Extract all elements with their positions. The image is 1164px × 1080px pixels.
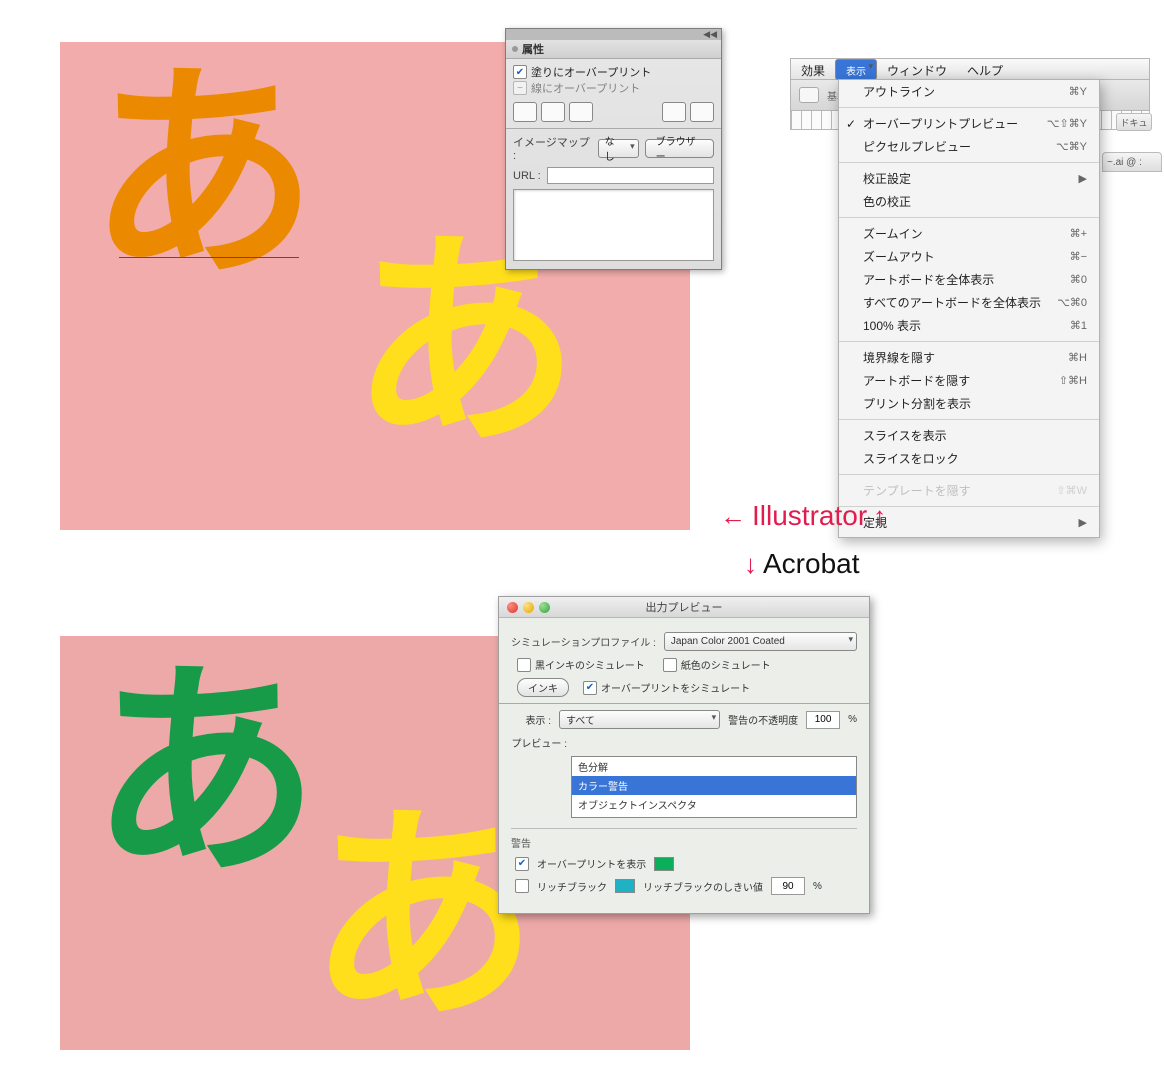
url-list[interactable] [513, 189, 714, 261]
rich-black-thresh-input[interactable] [771, 877, 805, 895]
ink-button[interactable]: インキ [517, 678, 569, 697]
zoom-icon[interactable] [539, 602, 550, 613]
image-map-select[interactable]: なし [598, 139, 639, 158]
document-tab[interactable]: ~.ai @ : [1102, 152, 1162, 172]
url-label: URL : [513, 170, 541, 182]
icon-btn-4[interactable] [662, 102, 686, 122]
show-select[interactable]: すべて [559, 710, 720, 729]
menu-hide-edges[interactable]: 境界線を隠す⌘H [839, 346, 1099, 369]
icon-bar [513, 102, 714, 122]
panel-drag-bar[interactable]: ◀◀ [506, 29, 721, 40]
panel-tab[interactable]: 属性 [506, 40, 721, 59]
menu-show-slices[interactable]: スライスを表示 [839, 424, 1099, 447]
menu-effects[interactable]: 効果 [791, 59, 835, 79]
stroke-overprint-label: 線にオーバープリント [531, 80, 640, 96]
arrow-up-icon: ↑ [873, 501, 886, 532]
glyph-orange: あ [88, 60, 318, 290]
fill-overprint-label: 塗りにオーバープリント [531, 64, 651, 80]
panel-body: ✔ 塗りにオーバープリント − 線にオーバープリント イメージマップ : なし … [506, 59, 721, 269]
close-icon[interactable] [507, 602, 518, 613]
menu-hide-artboards[interactable]: アートボードを隠す⇧⌘H [839, 369, 1099, 392]
preview-opt-object-inspector[interactable]: オブジェクトインスペクタ [572, 795, 856, 814]
menu-bar[interactable]: 効果 表示 ウィンドウ ヘルプ [790, 58, 1150, 80]
arrow-down-icon: ↓ [744, 549, 757, 580]
dialog-titlebar[interactable]: 出力プレビュー [499, 597, 869, 618]
sim-overprint-label: オーバープリントをシミュレート [601, 680, 750, 695]
label-acrobat: Acrobat [763, 548, 860, 580]
menu-fit-all[interactable]: すべてのアートボードを全体表示⌥⌘0 [839, 291, 1099, 314]
rich-black-thresh-label: リッチブラックのしきい値 [643, 879, 763, 894]
stroke-overprint-checkbox[interactable]: − [513, 81, 527, 95]
traffic-lights [507, 602, 550, 613]
browser-button[interactable]: ブラウザー [645, 139, 714, 158]
annotation-illustrator: ← Illustrator ↑ [720, 500, 886, 532]
menu-proof-colors[interactable]: 色の校正 [839, 190, 1099, 213]
annotation-acrobat: ↓ Acrobat [744, 548, 860, 580]
icon-btn-1[interactable] [513, 102, 537, 122]
menu-print-tiling[interactable]: プリント分割を表示 [839, 392, 1099, 415]
url-input[interactable] [547, 167, 714, 184]
show-overprint-checkbox[interactable]: ✔ [515, 857, 529, 871]
red-underline [119, 257, 299, 258]
sim-paper-checkbox[interactable] [663, 658, 677, 672]
menu-pixel-preview[interactable]: ピクセルプレビュー⌥⌘Y [839, 135, 1099, 158]
preview-opt-color-warnings[interactable]: カラー警告 [572, 776, 856, 795]
side-panel-btn[interactable]: ドキュ [1116, 113, 1152, 131]
sim-paper-label: 紙色のシミュレート [681, 657, 771, 672]
menu-proof-setup[interactable]: 校正設定▶ [839, 167, 1099, 190]
warn-opacity-input[interactable] [806, 711, 840, 729]
menu-actual-size[interactable]: 100% 表示⌘1 [839, 314, 1099, 337]
warnings-heading: 警告 [511, 835, 857, 850]
preview-listbox[interactable]: 色分解 カラー警告 オブジェクトインスペクタ [571, 756, 857, 818]
icon-btn-5[interactable] [690, 102, 714, 122]
view-menu-dropdown[interactable]: アウトライン⌘Y ✓ オーバープリントプレビュー⌥⇧⌘Y ピクセルプレビュー⌥⌘… [838, 79, 1100, 538]
sim-overprint-checkbox[interactable]: ✔ [583, 681, 597, 695]
panel-title: 属性 [522, 41, 544, 57]
menu-fit-artboard[interactable]: アートボードを全体表示⌘0 [839, 268, 1099, 291]
menu-view[interactable]: 表示 [835, 59, 877, 80]
menu-hide-template: テンプレートを隠す⇧⌘W [839, 479, 1099, 502]
icon-btn-2[interactable] [541, 102, 565, 122]
show-overprint-label: オーバープリントを表示 [537, 856, 646, 871]
panel-collapse-icon[interactable]: ◀◀ [703, 29, 717, 40]
rich-black-label: リッチブラック [537, 879, 607, 894]
check-icon: ✓ [846, 117, 856, 131]
image-map-label: イメージマップ : [513, 134, 592, 162]
menu-outline[interactable]: アウトライン⌘Y [839, 80, 1099, 103]
rich-black-checkbox[interactable] [515, 879, 529, 893]
menu-zoom-out[interactable]: ズームアウト⌘− [839, 245, 1099, 268]
attributes-panel[interactable]: ◀◀ 属性 ✔ 塗りにオーバープリント − 線にオーバープリント イメージマップ… [505, 28, 722, 270]
label-illustrator: Illustrator [752, 500, 867, 532]
preview-label: プレビュー : [511, 735, 567, 750]
menu-window[interactable]: ウィンドウ [877, 59, 957, 79]
icon-btn-3[interactable] [569, 102, 593, 122]
arrow-left-icon: ← [720, 501, 746, 532]
sim-black-ink-label: 黒インキのシミュレート [535, 657, 645, 672]
dialog-body: シミュレーションプロファイル : Japan Color 2001 Coated… [499, 618, 869, 913]
sim-black-ink-checkbox[interactable] [517, 658, 531, 672]
percent-label-2: % [813, 881, 822, 892]
fill-overprint-checkbox[interactable]: ✔ [513, 65, 527, 79]
minimize-icon[interactable] [523, 602, 534, 613]
menu-overprint-preview[interactable]: ✓ オーバープリントプレビュー⌥⇧⌘Y [839, 112, 1099, 135]
show-label: 表示 : [511, 712, 551, 727]
toolbar-seg-1[interactable] [799, 87, 819, 103]
menu-zoom-in[interactable]: ズームイン⌘+ [839, 222, 1099, 245]
dialog-title: 出力プレビュー [499, 599, 869, 615]
percent-label: % [848, 714, 857, 725]
menu-lock-slices[interactable]: スライスをロック [839, 447, 1099, 470]
sim-profile-select[interactable]: Japan Color 2001 Coated [664, 632, 857, 651]
acrobat-output-preview-dialog[interactable]: 出力プレビュー シミュレーションプロファイル : Japan Color 200… [498, 596, 870, 914]
menu-help[interactable]: ヘルプ [957, 59, 1013, 79]
panel-tab-dot-icon [512, 46, 518, 52]
glyph-green: あ [90, 658, 320, 888]
warn-opacity-label: 警告の不透明度 [728, 712, 798, 727]
overprint-swatch [654, 857, 674, 871]
sim-profile-label: シミュレーションプロファイル : [511, 634, 656, 649]
preview-opt-separations[interactable]: 色分解 [572, 757, 856, 776]
rich-black-swatch [615, 879, 635, 893]
